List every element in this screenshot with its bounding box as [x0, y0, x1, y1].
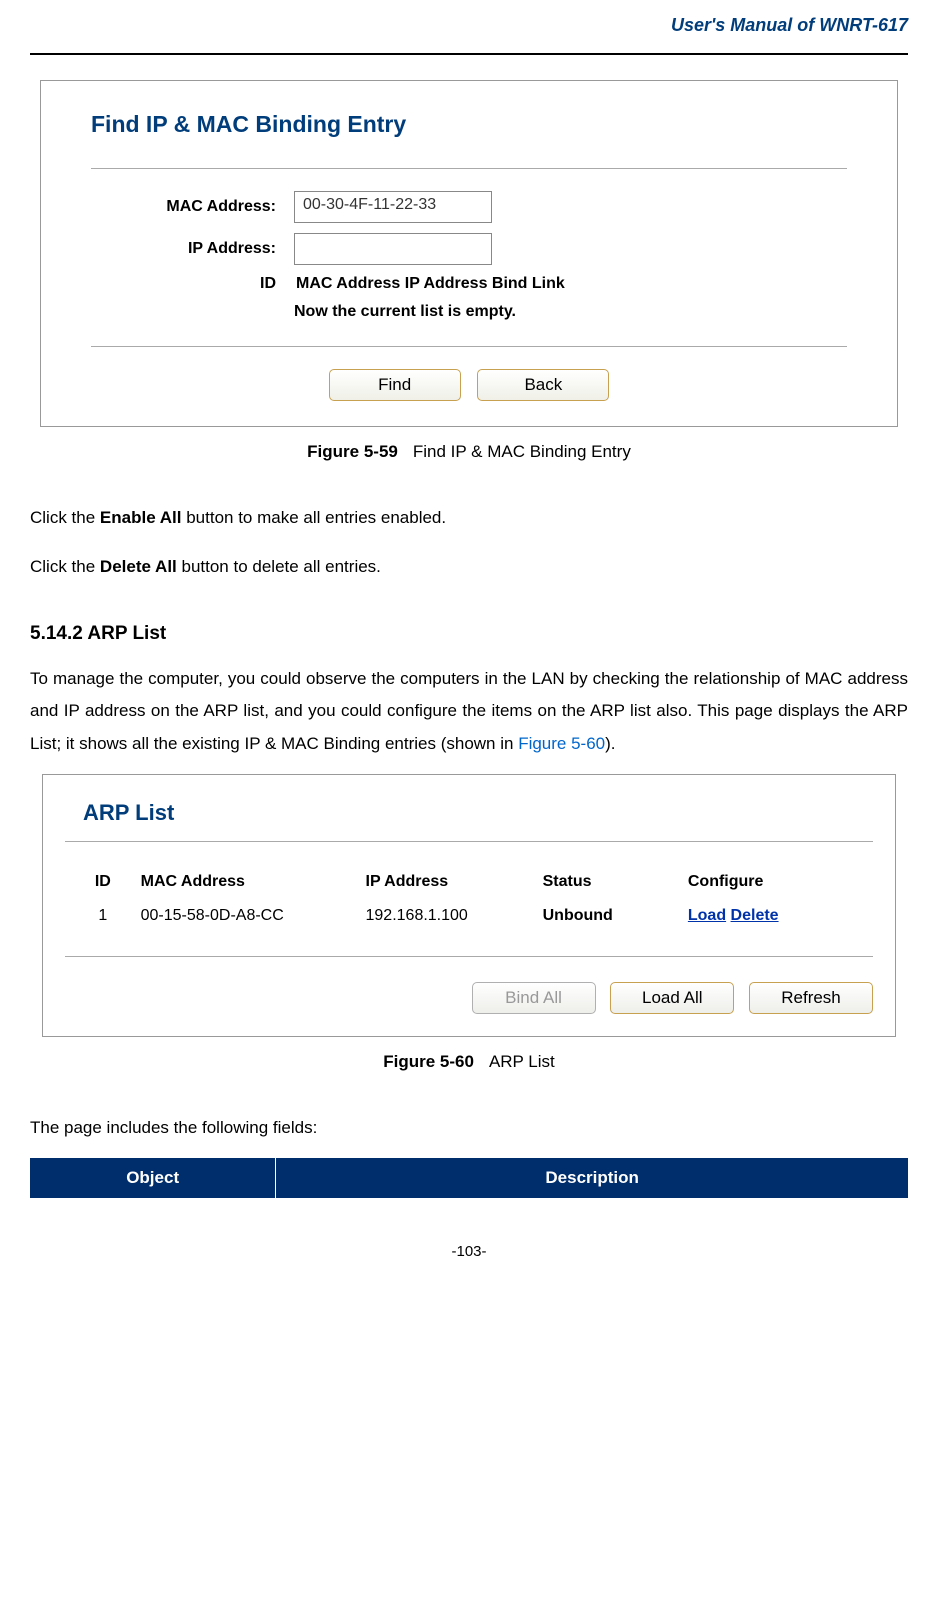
mac-address-input[interactable]: 00-30-4F-11-22-33: [294, 191, 492, 223]
dialog-button-row: Find Back: [91, 369, 847, 401]
load-all-button[interactable]: Load All: [610, 982, 734, 1014]
arp-table: ID MAC Address IP Address Status Configu…: [65, 864, 873, 934]
bind-all-button[interactable]: Bind All: [472, 982, 596, 1014]
figure-60-label: Figure 5-60: [383, 1052, 474, 1071]
section-heading: 5.14.2 ARP List: [30, 623, 908, 645]
fields-header-object: Object: [30, 1158, 276, 1198]
figure-59-caption: Figure 5-59 Find IP & MAC Binding Entry: [30, 442, 908, 462]
binding-table-header: MAC Address IP Address Bind Link: [294, 275, 565, 293]
find-button[interactable]: Find: [329, 369, 461, 401]
figure-60-box: ARP List ID MAC Address IP Address Statu…: [42, 774, 896, 1037]
fields-header-description: Description: [276, 1158, 908, 1198]
id-row: ID MAC Address IP Address Bind Link: [91, 275, 847, 293]
fields-table-header-row: Object Description: [30, 1158, 908, 1198]
arp-list-title: ARP List: [83, 800, 873, 826]
fields-intro: The page includes the following fields:: [30, 1112, 908, 1144]
dialog-rule-bottom: [91, 346, 847, 347]
header-mac: MAC Address: [141, 866, 364, 898]
ip-address-input[interactable]: [294, 233, 492, 265]
refresh-button[interactable]: Refresh: [749, 982, 873, 1014]
id-label: ID: [91, 275, 294, 293]
dialog-title: Find IP & MAC Binding Entry: [91, 111, 847, 138]
figure-5-60-link[interactable]: Figure 5-60: [518, 734, 605, 753]
arp-table-row: 1 00-15-58-0D-A8-CC 192.168.1.100 Unboun…: [67, 900, 871, 932]
header-configure: Configure: [688, 866, 871, 898]
arp-rule-bottom: [65, 956, 873, 957]
dialog-rule: [91, 168, 847, 169]
arp-table-header-row: ID MAC Address IP Address Status Configu…: [67, 866, 871, 898]
figure-60-caption: Figure 5-60 ARP List: [30, 1052, 908, 1072]
header-id: ID: [67, 866, 139, 898]
page-number: -103-: [30, 1243, 908, 1260]
empty-status-text: Now the current list is empty.: [294, 303, 847, 321]
cell-status: Unbound: [543, 900, 686, 932]
ip-address-label: IP Address:: [91, 240, 294, 258]
header-rule: [30, 53, 908, 55]
delete-link[interactable]: Delete: [731, 907, 779, 924]
back-button[interactable]: Back: [477, 369, 609, 401]
mac-address-row: MAC Address: 00-30-4F-11-22-33: [91, 191, 847, 223]
arp-list-paragraph: To manage the computer, you could observ…: [30, 663, 908, 760]
delete-all-paragraph: Click the Delete All button to delete al…: [30, 551, 908, 583]
figure-59-box: Find IP & MAC Binding Entry MAC Address:…: [40, 80, 898, 427]
cell-id: 1: [67, 900, 139, 932]
enable-all-paragraph: Click the Enable All button to make all …: [30, 502, 908, 534]
arp-rule-top: [65, 841, 873, 842]
header-ip: IP Address: [366, 866, 541, 898]
load-link[interactable]: Load: [688, 907, 726, 924]
page-header-title: User's Manual of WNRT-617: [30, 0, 908, 44]
figure-59-caption-text: Find IP & MAC Binding Entry: [413, 442, 631, 461]
figure-59-label: Figure 5-59: [307, 442, 398, 461]
cell-ip: 192.168.1.100: [366, 900, 541, 932]
figure-60-caption-text: ARP List: [489, 1052, 555, 1071]
header-status: Status: [543, 866, 686, 898]
mac-address-label: MAC Address:: [91, 198, 294, 216]
ip-address-row: IP Address:: [91, 233, 847, 265]
fields-table: Object Description: [30, 1158, 908, 1198]
cell-mac: 00-15-58-0D-A8-CC: [141, 900, 364, 932]
cell-configure: Load Delete: [688, 900, 871, 932]
arp-button-row: Bind All Load All Refresh: [65, 982, 873, 1014]
